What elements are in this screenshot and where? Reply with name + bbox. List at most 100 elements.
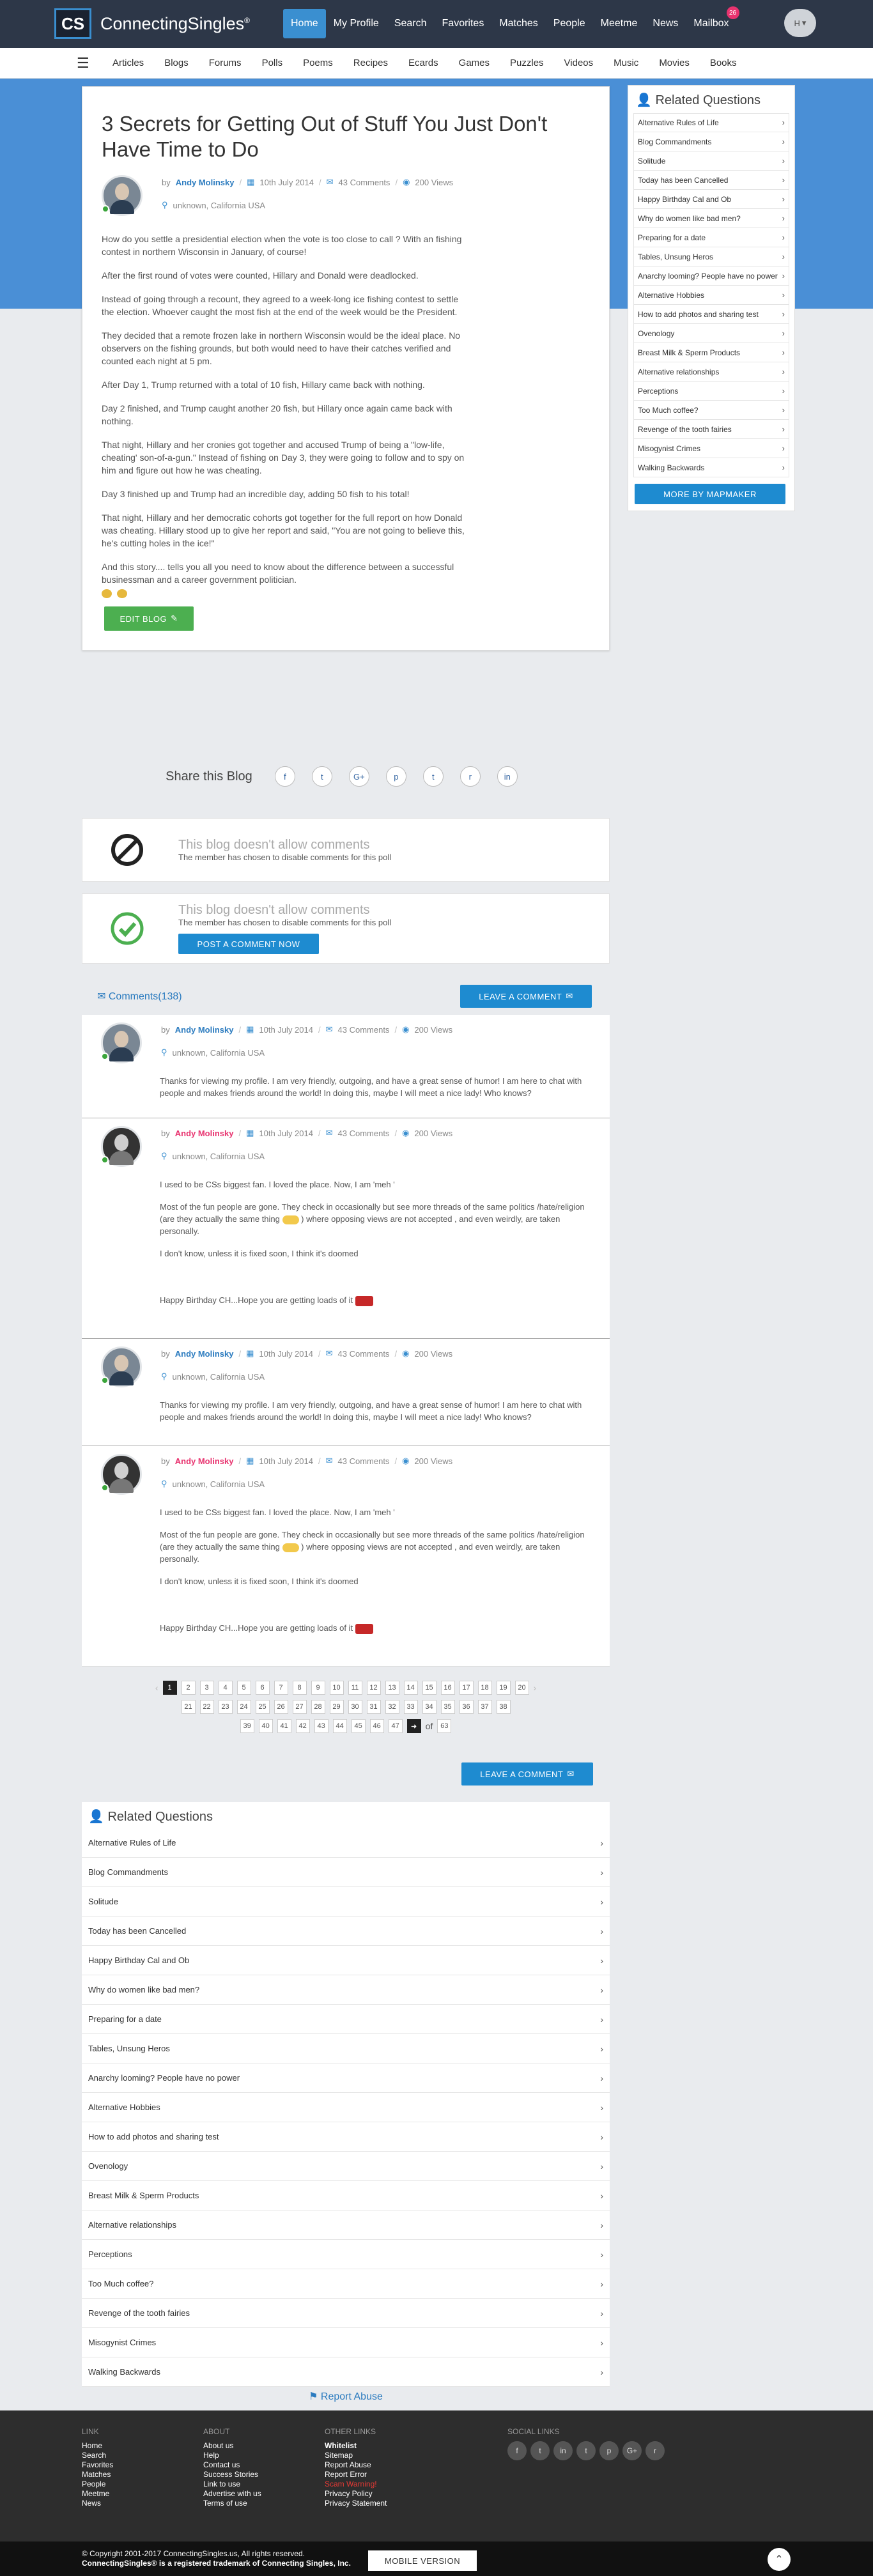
- hamburger-icon[interactable]: ☰: [77, 55, 102, 72]
- subnav-puzzles[interactable]: Puzzles: [500, 58, 554, 68]
- page-number[interactable]: 23: [218, 1700, 233, 1714]
- commenter-avatar[interactable]: [101, 1022, 142, 1063]
- nav-news[interactable]: News: [645, 9, 686, 38]
- footer-link[interactable]: Favorites: [82, 2460, 113, 2470]
- page-number[interactable]: 30: [348, 1700, 362, 1714]
- page-number[interactable]: 32: [385, 1700, 399, 1714]
- footer-link[interactable]: Meetme: [82, 2489, 113, 2499]
- footer-link[interactable]: About us: [203, 2441, 261, 2451]
- tumblr-icon[interactable]: t: [422, 766, 444, 787]
- related-item[interactable]: Solitude ›: [82, 1887, 610, 1917]
- related-item[interactable]: Alternative Hobbies ›: [633, 286, 789, 305]
- nav-mailbox[interactable]: Mailbox 26: [686, 6, 739, 38]
- scroll-top-icon[interactable]: ⌃: [768, 2548, 791, 2571]
- pinterest-icon[interactable]: p: [385, 766, 406, 787]
- twitter-icon[interactable]: t: [530, 2441, 550, 2460]
- page-number[interactable]: 13: [385, 1681, 399, 1695]
- page-number[interactable]: 18: [477, 1681, 492, 1695]
- google-plus-icon[interactable]: G+: [348, 766, 369, 787]
- footer-link[interactable]: Help: [203, 2451, 261, 2460]
- next-page-icon[interactable]: ›: [534, 1681, 537, 1695]
- related-item[interactable]: Alternative Rules of Life ›: [633, 113, 789, 132]
- facebook-icon[interactable]: f: [274, 766, 295, 787]
- page-number[interactable]: 11: [348, 1681, 362, 1695]
- page-number[interactable]: 24: [236, 1700, 251, 1714]
- footer-link[interactable]: Terms of use: [203, 2499, 261, 2508]
- leave-comment-button-2[interactable]: LEAVE A COMMENT ✉: [461, 1762, 593, 1785]
- related-item[interactable]: Blog Commandments ›: [82, 1858, 610, 1887]
- page-number[interactable]: 12: [366, 1681, 381, 1695]
- page-number[interactable]: 9: [311, 1681, 325, 1695]
- edit-blog-button[interactable]: EDIT BLOG ✎: [104, 606, 194, 631]
- footer-link[interactable]: Scam Warning!: [325, 2480, 387, 2489]
- related-item[interactable]: How to add photos and sharing test ›: [82, 2122, 610, 2152]
- related-item[interactable]: Blog Commandments ›: [633, 132, 789, 151]
- related-item[interactable]: Anarchy looming? People have no power ›: [633, 266, 789, 286]
- page-number[interactable]: 36: [459, 1700, 474, 1714]
- related-item[interactable]: Breast Milk & Sperm Products ›: [633, 343, 789, 362]
- footer-link[interactable]: News: [82, 2499, 113, 2508]
- related-item[interactable]: Misogynist Crimes ›: [82, 2328, 610, 2357]
- page-number[interactable]: 27: [292, 1700, 307, 1714]
- reddit-icon[interactable]: r: [460, 766, 481, 787]
- subnav-videos[interactable]: Videos: [554, 58, 604, 68]
- commenter-name[interactable]: Andy Molinsky: [175, 1349, 234, 1359]
- footer-link[interactable]: Sitemap: [325, 2451, 387, 2460]
- related-item[interactable]: Why do women like bad men? ›: [82, 1975, 610, 2005]
- mobile-version-button[interactable]: MOBILE VERSION: [368, 2550, 477, 2571]
- nav-my-profile[interactable]: My Profile: [326, 9, 387, 38]
- related-item[interactable]: Alternative relationships ›: [633, 362, 789, 382]
- subnav-recipes[interactable]: Recipes: [343, 58, 398, 68]
- page-number[interactable]: 46: [369, 1719, 384, 1733]
- footer-link[interactable]: Contact us: [203, 2460, 261, 2470]
- prev-page-icon[interactable]: ‹: [155, 1681, 158, 1695]
- related-item[interactable]: Revenge of the tooth fairies ›: [82, 2299, 610, 2328]
- author-name[interactable]: Andy Molinsky: [176, 178, 235, 187]
- footer-link[interactable]: Report Abuse: [325, 2460, 387, 2470]
- subnav-music[interactable]: Music: [603, 58, 649, 68]
- page-number[interactable]: 43: [314, 1719, 328, 1733]
- linkedin-icon[interactable]: in: [553, 2441, 573, 2460]
- pinterest-icon[interactable]: p: [599, 2441, 619, 2460]
- page-number[interactable]: 35: [440, 1700, 455, 1714]
- related-item[interactable]: Alternative Hobbies ›: [82, 2093, 610, 2122]
- related-item[interactable]: Revenge of the tooth fairies ›: [633, 420, 789, 439]
- related-item[interactable]: Anarchy looming? People have no power ›: [82, 2063, 610, 2093]
- subnav-polls[interactable]: Polls: [252, 58, 293, 68]
- post-comment-button[interactable]: POST A COMMENT NOW: [178, 934, 319, 954]
- page-number[interactable]: 17: [459, 1681, 474, 1695]
- page-number[interactable]: 37: [477, 1700, 492, 1714]
- nav-search[interactable]: Search: [387, 9, 435, 38]
- related-item[interactable]: Today has been Cancelled ›: [633, 171, 789, 190]
- page-number[interactable]: 14: [403, 1681, 418, 1695]
- page-number[interactable]: 22: [199, 1700, 214, 1714]
- page-number[interactable]: 25: [255, 1700, 270, 1714]
- footer-link[interactable]: Home: [82, 2441, 113, 2451]
- page-number[interactable]: 5: [236, 1681, 251, 1695]
- related-item[interactable]: Today has been Cancelled ›: [82, 1917, 610, 1946]
- page-number[interactable]: 10: [329, 1681, 344, 1695]
- page-number[interactable]: 42: [295, 1719, 310, 1733]
- google-plus-icon[interactable]: G+: [622, 2441, 642, 2460]
- related-item[interactable]: Perceptions ›: [82, 2240, 610, 2269]
- linkedin-icon[interactable]: in: [497, 766, 518, 787]
- page-number[interactable]: 47: [388, 1719, 403, 1733]
- page-number[interactable]: 31: [366, 1700, 381, 1714]
- related-item[interactable]: Happy Birthday Cal and Ob ›: [82, 1946, 610, 1975]
- footer-link[interactable]: Success Stories: [203, 2470, 261, 2480]
- site-logo[interactable]: CS ConnectingSingles®: [54, 8, 250, 40]
- page-number[interactable]: 26: [274, 1700, 288, 1714]
- page-number[interactable]: 21: [181, 1700, 196, 1714]
- page-number[interactable]: 8: [292, 1681, 307, 1695]
- related-item[interactable]: Alternative Rules of Life ›: [82, 1828, 610, 1858]
- footer-link[interactable]: Matches: [82, 2470, 113, 2480]
- related-item[interactable]: Why do women like bad men? ›: [633, 209, 789, 228]
- related-item[interactable]: Perceptions ›: [633, 382, 789, 401]
- page-number[interactable]: 4: [218, 1681, 233, 1695]
- footer-link[interactable]: Search: [82, 2451, 113, 2460]
- page-number[interactable]: 16: [440, 1681, 455, 1695]
- leave-comment-button[interactable]: LEAVE A COMMENT ✉: [460, 985, 592, 1008]
- commenter-avatar[interactable]: [101, 1346, 142, 1387]
- footer-link[interactable]: Advertise with us: [203, 2489, 261, 2499]
- subnav-books[interactable]: Books: [700, 58, 747, 68]
